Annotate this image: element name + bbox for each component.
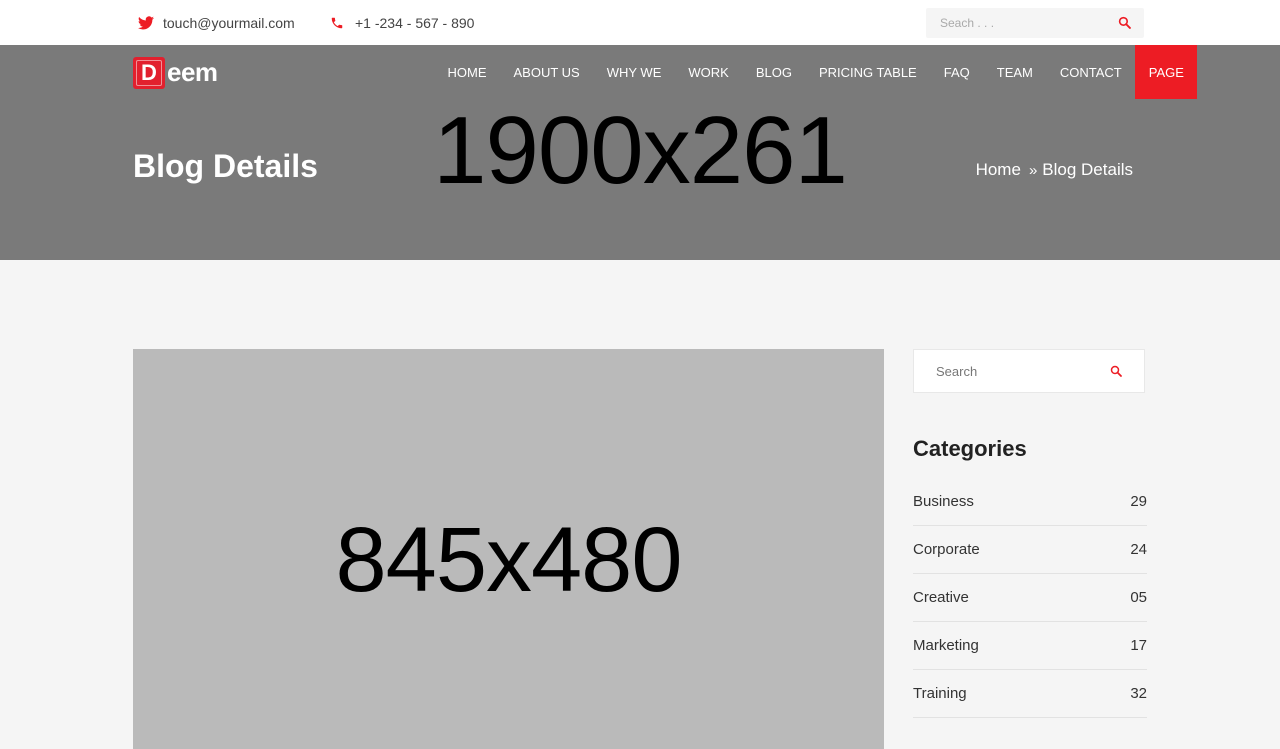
breadcrumb-current: Blog Details [1042,160,1133,179]
breadcrumb: Home » Blog Details [976,160,1133,180]
category-name: Creative [913,589,969,606]
top-bar: touch@yourmail.com +1 -234 - 567 - 890 [0,0,1280,45]
category-list: Business 29 Corporate 24 Creative 05 Mar… [913,478,1147,718]
nav-pricing-table[interactable]: PRICING TABLE [805,45,930,99]
page-header: D eem HOME ABOUT US WHY WE WORK BLOG PRI… [0,45,1280,260]
category-count: 29 [1130,493,1147,510]
category-name: Training [913,685,967,702]
phone-icon [330,15,346,31]
category-name: Marketing [913,637,979,654]
category-item-corporate[interactable]: Corporate 24 [913,526,1147,574]
logo[interactable]: D eem [133,55,218,90]
nav-about-us[interactable]: ABOUT US [500,45,593,99]
contact-phone[interactable]: +1 -234 - 567 - 890 [330,0,474,45]
categories-title: Categories [913,436,1027,461]
category-name: Corporate [913,541,980,558]
category-item-marketing[interactable]: Marketing 17 [913,622,1147,670]
contact-email[interactable]: touch@yourmail.com [138,0,295,45]
nav-page[interactable]: PAGE [1135,45,1198,99]
logo-mark: D [133,56,165,89]
search-icon[interactable] [1118,16,1132,30]
logo-text: eem [167,57,218,87]
nav-faq[interactable]: FAQ [930,45,983,99]
search-icon[interactable] [1110,364,1124,378]
category-item-creative[interactable]: Creative 05 [913,574,1147,622]
blog-featured-image: 845x480 [133,349,884,749]
category-item-business[interactable]: Business 29 [913,478,1147,526]
top-search-box [926,8,1144,38]
sidebar-search-box [913,349,1145,393]
twitter-icon [138,15,154,31]
phone-text: +1 -234 - 567 - 890 [355,14,475,31]
category-count: 17 [1130,637,1147,654]
nav-blog[interactable]: BLOG [742,45,805,99]
main-nav: HOME ABOUT US WHY WE WORK BLOG PRICING T… [434,45,1198,99]
email-text: touch@yourmail.com [163,14,295,31]
top-search-input[interactable] [926,8,1106,38]
nav-work[interactable]: WORK [675,45,742,99]
nav-home[interactable]: HOME [434,45,500,99]
category-item-training[interactable]: Training 32 [913,670,1147,718]
image-placeholder-label: 845x480 [335,509,683,611]
category-name: Business [913,493,974,510]
nav-why-we[interactable]: WHY WE [593,45,675,99]
breadcrumb-home[interactable]: Home [976,160,1021,180]
page-title: Blog Details [133,148,318,184]
nav-team[interactable]: TEAM [983,45,1046,99]
nav-contact[interactable]: CONTACT [1046,45,1135,99]
sidebar-search-input[interactable] [914,350,1104,392]
double-chevron-right-icon: » [1028,161,1038,179]
category-count: 05 [1130,589,1147,606]
category-count: 32 [1130,685,1147,702]
category-count: 24 [1130,541,1147,558]
